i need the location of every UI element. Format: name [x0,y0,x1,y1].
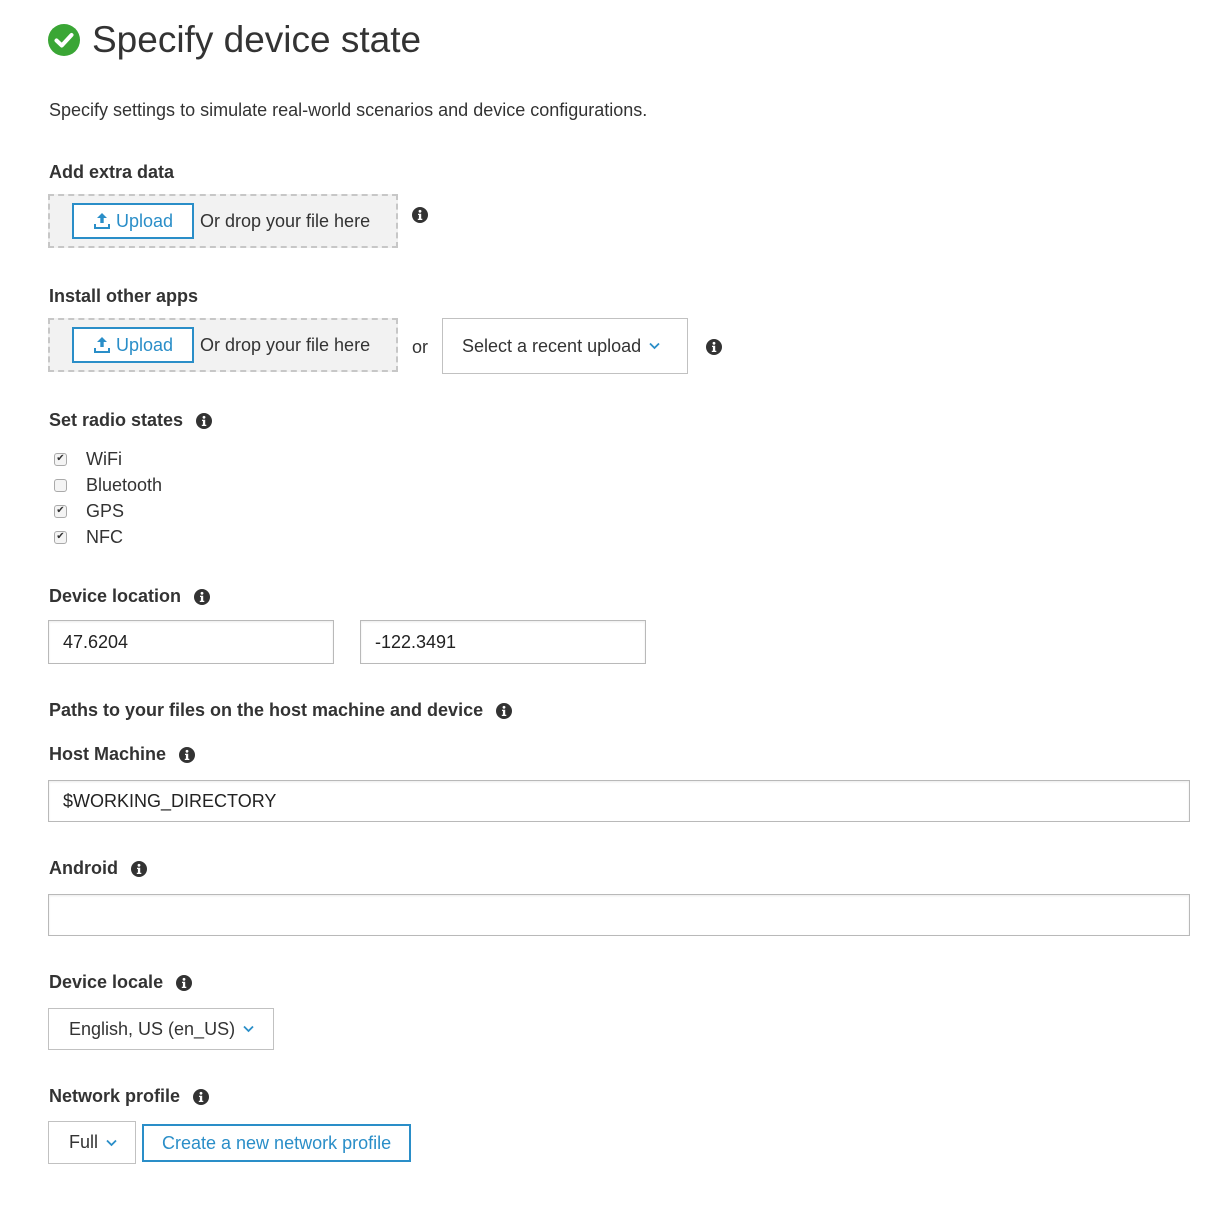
chevron-down-icon [649,342,660,350]
host-machine-input[interactable]: $WORKING_DIRECTORY [48,780,1190,822]
other-apps-upload-label: Upload [115,334,174,355]
device-location-label: Device location [49,586,211,607]
info-icon[interactable] [194,588,211,605]
extra-data-drop-text: Or drop your file here [200,210,371,231]
device-locale-select[interactable]: English, US (en_US) [48,1008,274,1050]
info-icon[interactable] [179,746,196,763]
extra-data-upload-label: Upload [115,210,174,231]
or-text: or [412,337,429,357]
check-circle-icon [48,24,80,56]
upload-icon [93,213,110,229]
info-icon[interactable] [706,339,722,355]
network-profile-value: Full [69,1132,99,1152]
create-network-profile-button[interactable]: Create a new network profile [142,1124,412,1162]
extra-data-upload-button[interactable]: Upload [72,203,194,239]
gps-checkbox[interactable]: ✔ [54,504,67,518]
info-icon[interactable] [496,702,513,719]
network-profile-select[interactable]: Full [48,1121,136,1164]
longitude-input[interactable]: -122.3491 [360,620,646,664]
radio-wifi-label: WiFi [86,448,122,469]
nfc-checkbox[interactable]: ✔ [54,530,67,544]
page-subtitle: Specify settings to simulate real-world … [49,100,648,120]
create-network-profile-label: Create a new network profile [162,1132,392,1153]
android-path-input[interactable] [48,894,1190,936]
upload-icon [93,337,110,353]
info-icon[interactable] [412,207,428,223]
other-apps-dropzone[interactable]: Upload Or drop your file here [48,318,398,372]
page-title: Specify device state [92,19,422,60]
radio-states-label: Set radio states [49,410,213,431]
bluetooth-checkbox[interactable] [54,478,67,492]
page-header: Specify device state [48,16,421,64]
wifi-checkbox[interactable]: ✔ [54,452,67,466]
chevron-down-icon [243,1025,254,1033]
other-apps-label: Install other apps [49,286,198,307]
android-label-text: Android [49,858,118,878]
radio-nfc[interactable]: ✔ NFC [48,524,162,550]
radio-states-label-text: Set radio states [49,410,184,430]
info-icon[interactable] [176,974,193,991]
recent-upload-select[interactable]: Select a recent upload [442,318,688,374]
radio-bluetooth[interactable]: Bluetooth [48,472,162,498]
info-icon[interactable] [131,860,147,877]
paths-label-text: Paths to your files on the host machine … [49,700,484,720]
android-label: Android [49,858,147,879]
host-machine-label-text: Host Machine [49,744,167,764]
radio-gps[interactable]: ✔ GPS [48,498,162,524]
chevron-down-icon [106,1139,117,1146]
device-locale-value: English, US (en_US) [69,1018,236,1039]
device-locale-label-text: Device locale [49,972,164,992]
latitude-input[interactable]: 47.6204 [48,620,334,664]
info-icon[interactable] [196,412,213,429]
paths-label: Paths to your files on the host machine … [49,700,513,721]
radio-bluetooth-label: Bluetooth [86,474,163,495]
host-machine-label: Host Machine [49,744,196,765]
network-profile-label: Network profile [49,1086,210,1107]
device-locale-label: Device locale [49,972,193,993]
network-profile-label-text: Network profile [49,1086,181,1106]
radio-wifi[interactable]: ✔ WiFi [48,446,162,472]
radio-nfc-label: NFC [86,526,123,547]
info-icon[interactable] [193,1088,210,1105]
radio-gps-label: GPS [86,500,125,521]
other-apps-upload-button[interactable]: Upload [72,327,194,363]
device-location-label-text: Device location [49,586,182,606]
other-apps-drop-text: Or drop your file here [200,334,371,355]
extra-data-label: Add extra data [49,162,174,183]
radio-states-list: ✔ WiFi Bluetooth ✔ GPS ✔ NFC [48,446,162,550]
recent-upload-select-label: Select a recent upload [462,335,642,356]
other-apps-label-text: Install other apps [49,286,199,306]
extra-data-label-text: Add extra data [49,162,175,182]
extra-data-dropzone[interactable]: Upload Or drop your file here [48,194,398,248]
